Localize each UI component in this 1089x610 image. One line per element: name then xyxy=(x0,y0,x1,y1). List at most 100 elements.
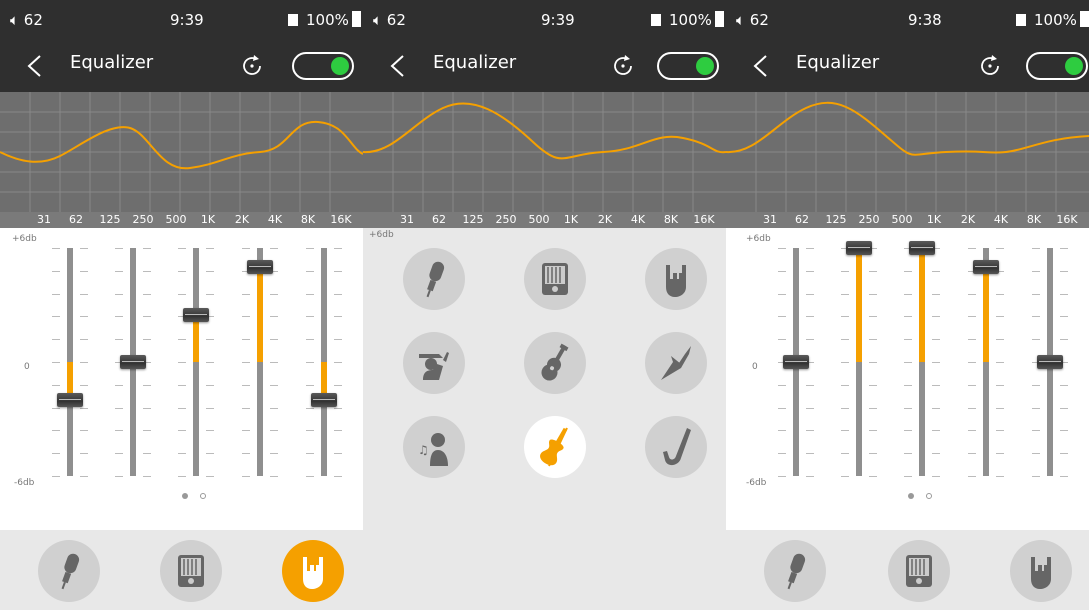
rock-hand-icon xyxy=(666,265,686,297)
equalizer-toggle[interactable] xyxy=(1026,52,1088,80)
slider-tick xyxy=(334,407,342,409)
svg-text:♫: ♫ xyxy=(418,443,429,457)
slider-tick xyxy=(143,316,151,318)
band-slider-track[interactable] xyxy=(193,248,199,476)
slider-tick xyxy=(115,270,123,272)
preset-folk[interactable] xyxy=(524,332,586,394)
slider-tick xyxy=(52,339,60,341)
slider-tick xyxy=(52,362,60,363)
slider-tick xyxy=(904,407,912,409)
slider-tick xyxy=(841,339,849,341)
freq-label: 4K xyxy=(993,213,1009,226)
slider-tick xyxy=(996,362,1004,363)
app-bar: Equalizer xyxy=(363,40,726,92)
slider-tick xyxy=(270,293,278,295)
slider-tick xyxy=(778,316,786,318)
slider-tick xyxy=(242,430,250,432)
slider-tick xyxy=(242,476,250,477)
equalizer-toggle[interactable] xyxy=(657,52,719,80)
db-zero-label: 0 xyxy=(24,362,30,372)
slider-tick xyxy=(242,316,250,318)
band-slider-thumb[interactable] xyxy=(247,260,273,274)
slider-tick xyxy=(306,339,314,341)
freq-label: 16K xyxy=(330,213,352,226)
freq-label: 500 xyxy=(528,213,550,226)
band-slider-thumb[interactable] xyxy=(846,241,872,255)
slider-tick xyxy=(270,476,278,477)
rock-hand-icon xyxy=(1031,557,1051,589)
slider-tick xyxy=(932,339,940,341)
back-arrow-icon[interactable] xyxy=(750,54,772,78)
status-bar: 🔈︎ 62 9:38 100% xyxy=(726,0,1089,40)
page-indicator xyxy=(900,493,940,503)
band-slider-thumb[interactable] xyxy=(973,260,999,274)
slider-tick xyxy=(143,384,151,386)
preset-blues[interactable] xyxy=(645,416,707,478)
slider-tick xyxy=(968,248,976,249)
preset-vocal[interactable] xyxy=(764,540,826,602)
slider-tick xyxy=(334,293,342,295)
page-title: Equalizer xyxy=(70,52,154,73)
preset-vocal[interactable] xyxy=(403,248,465,310)
slider-tick xyxy=(143,248,151,249)
slider-tick xyxy=(206,384,214,386)
slider-tick xyxy=(52,430,60,432)
slider-tick xyxy=(242,407,250,409)
slider-tick xyxy=(242,248,250,249)
preset-metal[interactable] xyxy=(645,332,707,394)
saxophone-icon xyxy=(663,428,691,466)
slider-tick xyxy=(968,362,976,363)
slider-tick xyxy=(115,453,123,455)
back-arrow-icon[interactable] xyxy=(387,54,409,78)
slider-tick xyxy=(869,384,877,386)
preset-jazz[interactable] xyxy=(403,332,465,394)
equalizer-toggle[interactable] xyxy=(292,52,354,80)
slider-tick xyxy=(841,384,849,386)
band-slider-thumb[interactable] xyxy=(183,307,209,322)
band-slider-thumb[interactable] xyxy=(120,355,146,369)
preset-custom[interactable] xyxy=(524,248,586,310)
band-slider-thumb[interactable] xyxy=(1037,355,1063,369)
slider-tick xyxy=(869,270,877,272)
slider-tick xyxy=(178,248,186,249)
freq-label: 2K xyxy=(597,213,613,226)
frequency-response-graph: 31 62 125 250 500 1K 2K 4K 8K 16K xyxy=(363,92,726,228)
clock: 9:39 xyxy=(541,11,575,29)
freq-label: 500 xyxy=(891,213,913,226)
preset-vocal[interactable] xyxy=(38,540,100,602)
reset-icon[interactable] xyxy=(240,54,264,78)
slider-tick xyxy=(306,407,314,409)
battery-icon xyxy=(714,11,724,27)
band-slider-thumb[interactable] xyxy=(311,393,337,407)
microphone-icon xyxy=(787,553,806,590)
band-slider-thumb[interactable] xyxy=(783,355,809,369)
slider-tick xyxy=(932,293,940,295)
band-slider-thumb[interactable] xyxy=(57,393,83,407)
preset-rock[interactable] xyxy=(1010,540,1072,602)
preset-custom[interactable] xyxy=(888,540,950,602)
preset-rock[interactable] xyxy=(645,248,707,310)
slider-tick xyxy=(52,293,60,295)
slider-tick xyxy=(80,339,88,341)
slider-tick xyxy=(778,453,786,455)
band-slider-thumb[interactable] xyxy=(909,241,935,255)
slider-tick xyxy=(1060,270,1068,272)
reset-icon[interactable] xyxy=(978,54,1002,78)
preset-pop[interactable]: ♫ xyxy=(403,416,465,478)
slider-tick xyxy=(968,453,976,455)
page-dot xyxy=(200,493,206,499)
slider-tick xyxy=(306,384,314,386)
freq-label: 250 xyxy=(132,213,154,226)
back-arrow-icon[interactable] xyxy=(24,54,46,78)
page-title: Equalizer xyxy=(796,52,880,73)
preset-rock[interactable] xyxy=(282,540,344,602)
slider-tick xyxy=(1032,248,1040,249)
preset-custom[interactable] xyxy=(160,540,222,602)
slider-tick xyxy=(932,430,940,432)
slider-tick xyxy=(968,293,976,295)
slider-tick xyxy=(841,316,849,318)
preset-classical[interactable] xyxy=(524,416,586,478)
battery-indicator: 100% xyxy=(651,11,724,29)
slider-tick xyxy=(1060,407,1068,409)
reset-icon[interactable] xyxy=(611,54,635,78)
